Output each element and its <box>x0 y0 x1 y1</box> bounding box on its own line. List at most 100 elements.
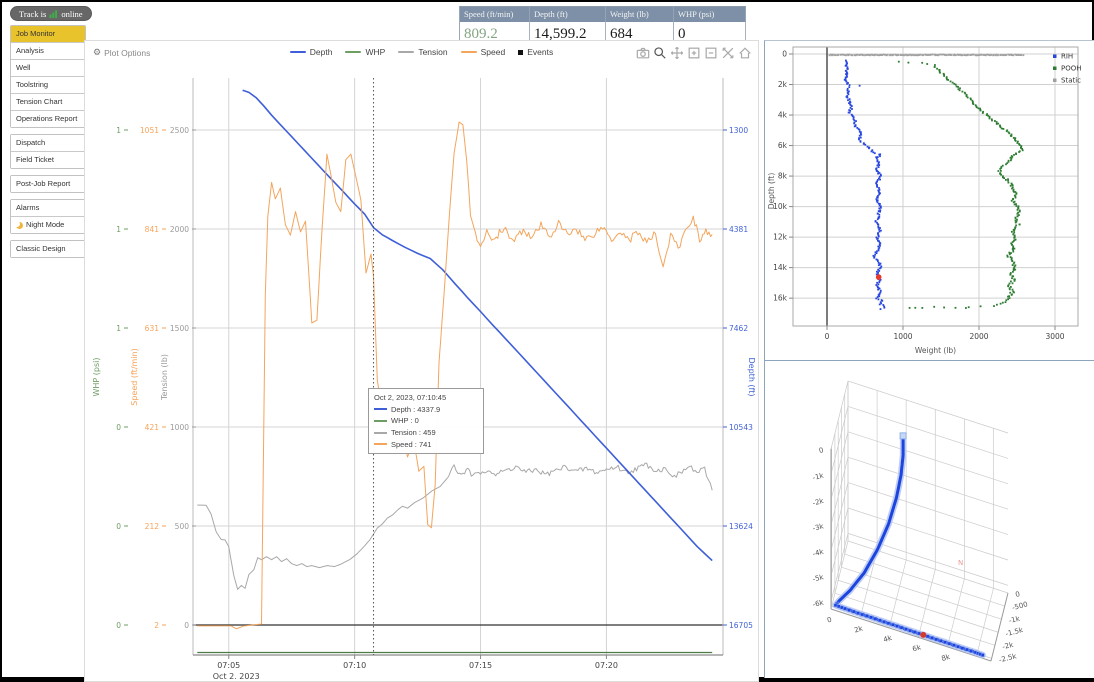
svg-text:Depth (ft): Depth (ft) <box>747 358 756 397</box>
sidebar-item-classic-design[interactable]: Classic Design <box>11 241 85 257</box>
svg-text:8k: 8k <box>941 653 952 663</box>
legend-item-tension[interactable]: Tension <box>398 47 447 57</box>
svg-text:07:10: 07:10 <box>343 661 366 670</box>
sidebar-group: Job MonitorAnalysisWellToolstringTension… <box>10 25 86 128</box>
svg-text:-3k: -3k <box>812 522 826 533</box>
sidebar-item-toolstring[interactable]: Toolstring <box>11 77 85 94</box>
svg-text:0: 0 <box>116 522 121 531</box>
sidebar-item-analysis[interactable]: Analysis <box>11 43 85 60</box>
tooltip-swatch <box>374 420 387 422</box>
modebar-camera-icon[interactable] <box>636 46 650 65</box>
tooltip-row-depth: Depth : 4337.9 <box>374 404 478 416</box>
svg-text:631: 631 <box>145 324 160 333</box>
tooltip-swatch <box>374 443 387 445</box>
legend-item-events[interactable]: Events <box>518 47 553 57</box>
sidebar-item-label: Analysis <box>16 43 44 59</box>
sidebar-item-operations-report[interactable]: Operations Report <box>11 111 85 127</box>
main-chart-panel: 07:0507:1007:1507:20Oct 2, 2023111000WHP… <box>84 40 759 682</box>
plot-options-button[interactable]: ⚙ Plot Options <box>93 47 150 58</box>
modebar-pan-icon[interactable] <box>670 46 684 65</box>
tooltip-value: Speed : 741 <box>391 439 431 451</box>
track-status-prefix: Track is <box>19 9 46 19</box>
legend-item-depth[interactable]: Depth <box>290 47 333 57</box>
tooltip-value: Tension : 459 <box>391 427 436 439</box>
svg-text:0: 0 <box>1015 590 1021 599</box>
sidebar-item-well[interactable]: Well <box>11 60 85 77</box>
track-status-suffix: online <box>61 9 82 19</box>
summary-header-cell: WHP (psi) <box>674 6 746 22</box>
svg-text:Speed (ft/min): Speed (ft/min) <box>130 348 139 405</box>
track-status-button[interactable]: Track is online <box>10 6 92 21</box>
sidebar-item-label: Dispatch <box>16 135 45 151</box>
sidebar-item-dispatch[interactable]: Dispatch <box>11 135 85 152</box>
svg-text:0: 0 <box>116 621 121 630</box>
tooltip-row-whp: WHP : 0 <box>374 415 478 427</box>
modebar-autoscale-icon[interactable] <box>721 46 735 65</box>
svg-text:2k: 2k <box>778 80 788 89</box>
sidebar-item-job-monitor[interactable]: Job Monitor <box>11 26 85 43</box>
svg-text:-1k: -1k <box>812 471 826 482</box>
svg-text:500: 500 <box>175 522 190 531</box>
trajectory-3d-chart[interactable]: 0-1k-2k-3k-4k-5k-6k02k4k6k8k0-500-1k-1.5… <box>765 361 1093 676</box>
svg-text:-500: -500 <box>1011 600 1028 612</box>
modebar-zoom-out-icon[interactable] <box>704 46 718 65</box>
svg-text:6k: 6k <box>778 141 788 150</box>
sidebar-item-label: Toolstring <box>16 77 48 93</box>
sidebar-group: Post-Job Report <box>10 175 86 193</box>
modebar-home-icon[interactable] <box>738 46 752 65</box>
svg-text:1000: 1000 <box>893 332 912 341</box>
tooltip-value: Depth : 4337.9 <box>391 404 440 416</box>
modebar-zoom-icon[interactable] <box>653 46 667 65</box>
signal-icon <box>49 9 58 18</box>
legend-line-swatch <box>461 51 477 53</box>
trajectory-3d-panel: 0-1k-2k-3k-4k-5k-6k02k4k6k8k0-500-1k-1.5… <box>764 361 1094 678</box>
svg-text:0: 0 <box>782 50 787 59</box>
svg-text:8k: 8k <box>778 172 788 181</box>
tooltip-row-speed: Speed : 741 <box>374 439 478 451</box>
svg-text:6k: 6k <box>912 643 923 653</box>
svg-text:WHP (psi): WHP (psi) <box>92 357 101 396</box>
sidebar-group: Classic Design <box>10 240 86 258</box>
tooltip-row-tension: Tension : 459 <box>374 427 478 439</box>
svg-text:0: 0 <box>826 616 833 625</box>
svg-text:421: 421 <box>145 423 160 432</box>
svg-text:Static: Static <box>1061 77 1081 85</box>
svg-text:1: 1 <box>116 225 121 234</box>
svg-text:07:15: 07:15 <box>469 661 492 670</box>
svg-text:14k: 14k <box>773 263 788 272</box>
svg-text:12k: 12k <box>773 233 788 242</box>
svg-text:212: 212 <box>145 522 160 531</box>
legend-line-swatch <box>290 51 306 53</box>
svg-text:16705: 16705 <box>729 621 753 630</box>
svg-text:4k: 4k <box>778 111 788 120</box>
svg-text:1500: 1500 <box>170 324 189 333</box>
weight-depth-scatter-chart[interactable]: 010002000300002k4k6k8k10k12k14k16kWeight… <box>765 41 1093 360</box>
sidebar-item-field-ticket[interactable]: Field Ticket <box>11 152 85 168</box>
svg-text:1000: 1000 <box>170 423 189 432</box>
timeseries-chart[interactable]: 07:0507:1007:1507:20Oct 2, 2023111000WHP… <box>85 41 756 679</box>
legend-item-whp[interactable]: WHP <box>345 47 385 57</box>
sidebar-item-label: Field Ticket <box>16 152 54 168</box>
svg-text:2000: 2000 <box>170 225 189 234</box>
modebar-zoom-in-icon[interactable] <box>687 46 701 65</box>
modebar <box>636 46 752 65</box>
sidebar-item-label: Classic Design <box>16 241 66 257</box>
svg-text:Depth (ft): Depth (ft) <box>767 173 776 210</box>
svg-text:07:05: 07:05 <box>217 661 240 670</box>
legend-item-speed[interactable]: Speed <box>461 47 506 57</box>
svg-text:-2k: -2k <box>1001 641 1015 652</box>
sidebar-item-label: Post-Job Report <box>16 176 70 192</box>
sidebar-item-alarms[interactable]: Alarms <box>11 200 85 217</box>
svg-text:-2k: -2k <box>812 497 826 508</box>
svg-text:POOH: POOH <box>1061 65 1082 73</box>
sidebar-item-tension-chart[interactable]: Tension Chart <box>11 94 85 111</box>
sidebar: Job MonitorAnalysisWellToolstringTension… <box>10 25 86 264</box>
summary-header-cell: Depth (ft) <box>530 6 606 22</box>
sidebar-item-night-mode[interactable]: Night Mode <box>11 217 85 233</box>
svg-text:07:20: 07:20 <box>595 661 618 670</box>
legend-label: Events <box>527 47 553 57</box>
svg-text:4381: 4381 <box>729 225 748 234</box>
legend-line-swatch <box>345 51 361 53</box>
sidebar-item-label: Operations Report <box>16 111 77 127</box>
sidebar-item-post-job-report[interactable]: Post-Job Report <box>11 176 85 192</box>
